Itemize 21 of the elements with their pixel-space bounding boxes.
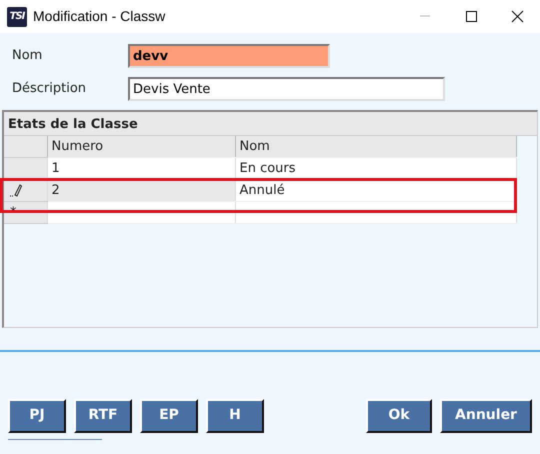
- field-label: Déscription: [12, 80, 88, 98]
- toolbar-button[interactable]: EP: [140, 398, 198, 432]
- text-field[interactable]: Devis Vente: [128, 77, 445, 101]
- dialog-button[interactable]: Ok: [366, 398, 432, 432]
- app-logo: TSI: [7, 6, 27, 26]
- text-field[interactable]: devv: [128, 44, 330, 68]
- dialog-button[interactable]: Annuler: [440, 398, 532, 432]
- grid-title: Etats de la Classe: [4, 112, 537, 136]
- close-icon[interactable]: [510, 10, 524, 23]
- toolbar-button[interactable]: H: [206, 398, 264, 432]
- table-cell: 1: [52, 160, 60, 176]
- table-cell: En cours: [240, 160, 296, 176]
- window-title: Modification - Classw: [33, 7, 166, 26]
- column-header[interactable]: Nom: [235, 136, 516, 158]
- toolbar-button[interactable]: RTF: [74, 398, 132, 432]
- column-header[interactable]: Numero: [47, 136, 235, 158]
- toolbar-button[interactable]: PJ: [8, 398, 66, 432]
- field-label: Nom: [12, 47, 44, 66]
- maximize-icon[interactable]: [464, 10, 478, 23]
- table-cell: 2: [52, 182, 60, 198]
- table-cell: Annulé: [240, 182, 285, 198]
